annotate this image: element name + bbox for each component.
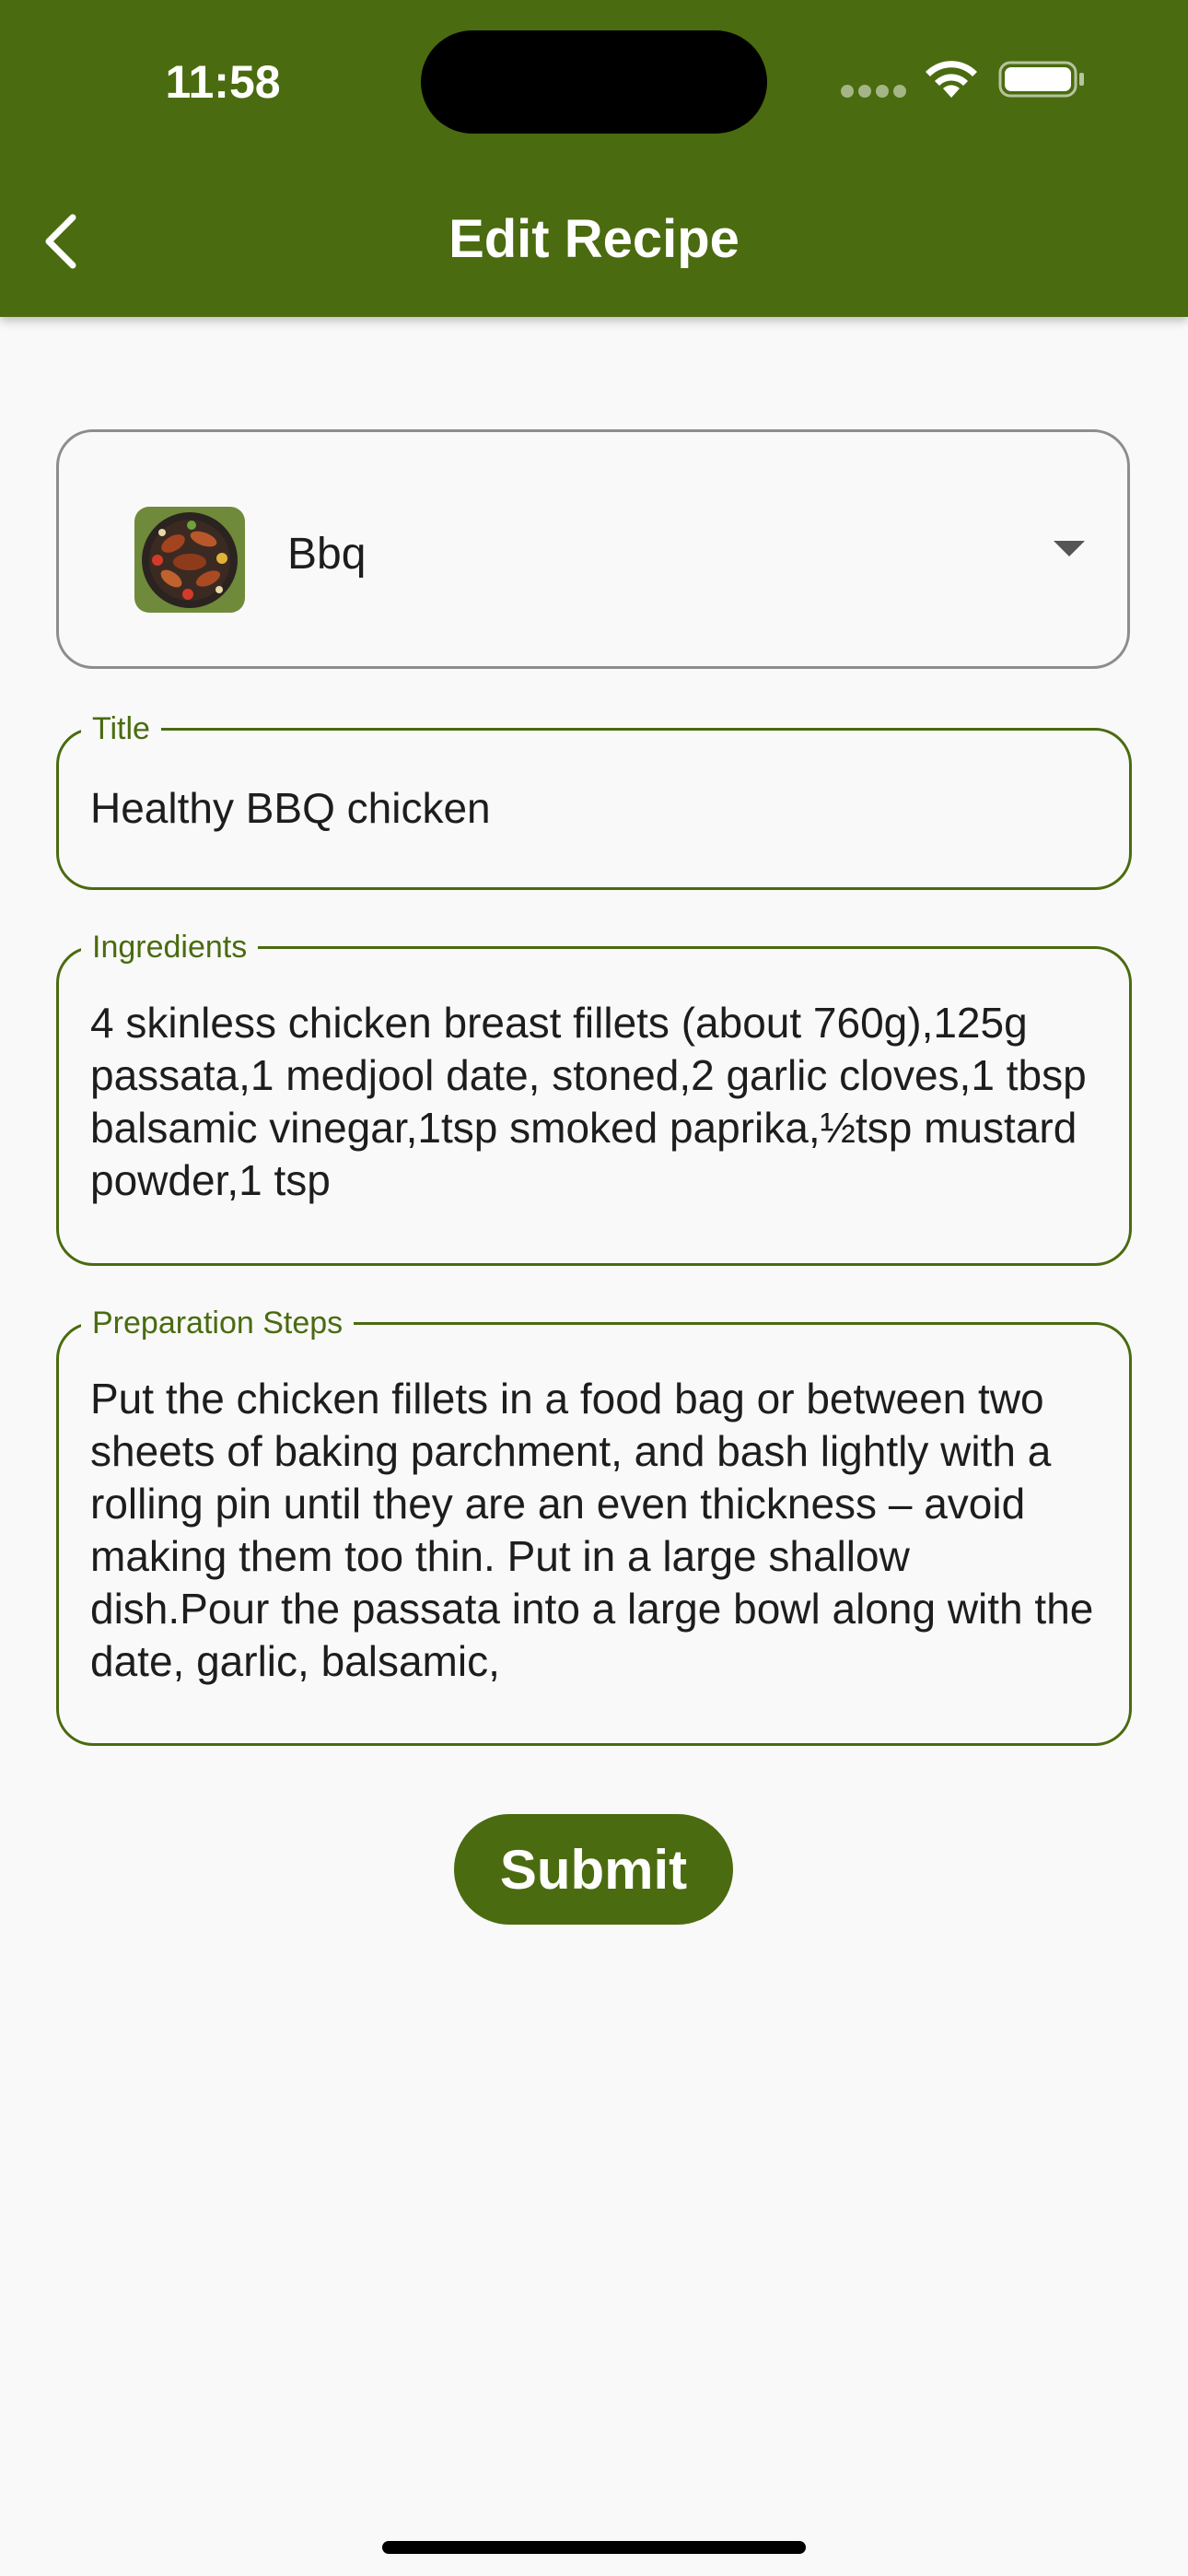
ingredients-field[interactable]: Ingredients 4 skinless chicken breast fi…: [56, 927, 1132, 1266]
preparation-steps-textarea[interactable]: Put the chicken fillets in a food bag or…: [90, 1373, 1098, 1688]
battery-icon: [998, 61, 1084, 98]
submit-button[interactable]: Submit: [454, 1814, 733, 1925]
bbq-thumbnail-image: [134, 507, 245, 613]
status-time: 11:58: [165, 56, 281, 108]
ingredients-textarea[interactable]: 4 skinless chicken breast fillets (about…: [90, 997, 1098, 1207]
title-input[interactable]: Healthy BBQ chicken: [90, 782, 1098, 837]
app-bar: 11:58 Edit Recipe: [0, 0, 1188, 317]
category-dropdown[interactable]: Bbq: [56, 429, 1130, 669]
caret-down-icon: [1054, 541, 1085, 556]
preparation-steps-field[interactable]: Preparation Steps Put the chicken fillet…: [56, 1303, 1132, 1746]
ingredients-field-label: Ingredients: [81, 927, 259, 967]
title-field[interactable]: Title Healthy BBQ chicken: [56, 708, 1132, 890]
dynamic-island: [421, 30, 767, 134]
cellular-signal-icon: [841, 85, 907, 98]
dropdown-selected-value: Bbq: [287, 530, 367, 579]
home-indicator[interactable]: [382, 2541, 806, 2554]
title-field-label: Title: [81, 708, 161, 749]
wifi-icon: [926, 61, 977, 98]
preparation-steps-field-label: Preparation Steps: [81, 1303, 355, 1343]
page-title: Edit Recipe: [448, 209, 740, 269]
